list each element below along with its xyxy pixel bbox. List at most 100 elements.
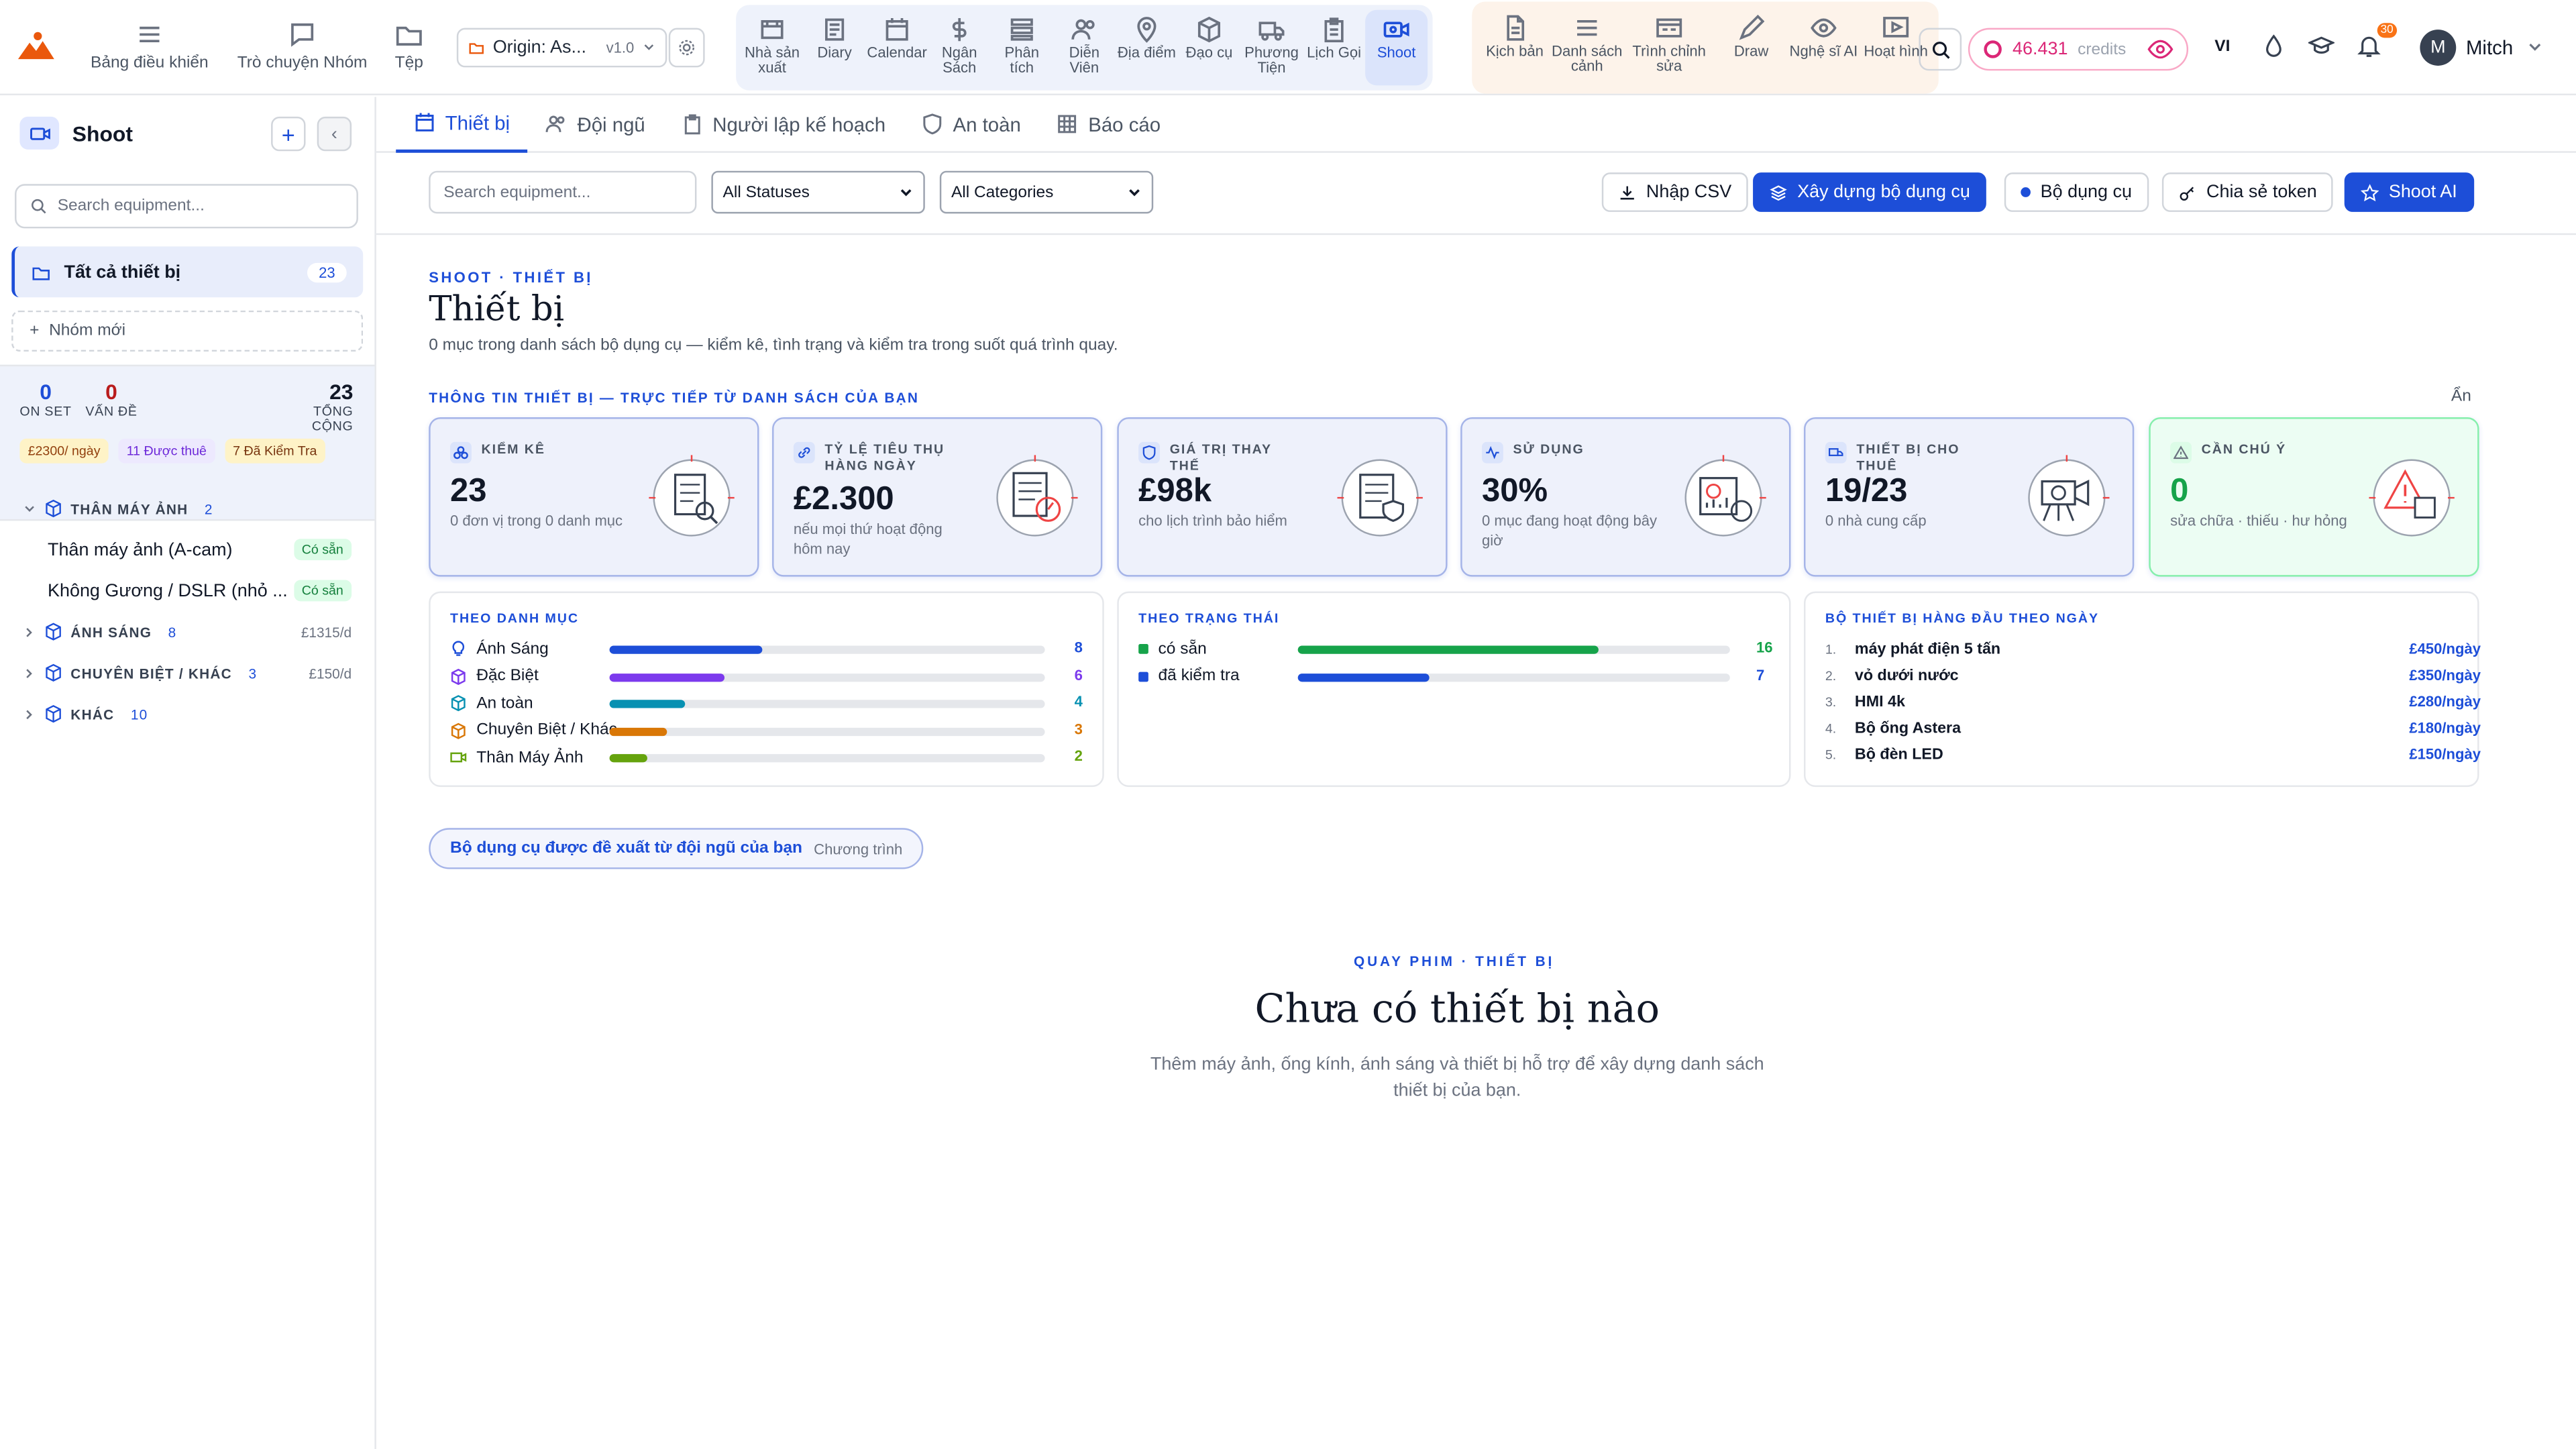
category-filter-select[interactable]: All Categories: [939, 170, 1154, 214]
tree-category-specialty[interactable]: CHUYÊN BIỆT / KHÁC 3 £150/d: [0, 652, 374, 693]
card-needs-attention[interactable]: CẦN CHÚ Ý 0 sửa chữa · thiếu · hư hỏng: [2149, 417, 2479, 577]
chevron-down-icon[interactable]: [2527, 40, 2543, 56]
language-switch[interactable]: VI: [2214, 38, 2230, 56]
tab-label: Báo cáo: [1088, 112, 1161, 136]
tree-category-lighting[interactable]: ÁNH SÁNG 8 £1315/d: [0, 611, 374, 652]
app-logo-icon[interactable]: [16, 30, 56, 62]
share-token-button[interactable]: Chia sẻ token: [2161, 172, 2334, 212]
tree-item[interactable]: Thân máy ảnh (A-cam) Có sẵn: [0, 529, 374, 570]
tree-category-camera-bodies[interactable]: THÂN MÁY ẢNH 2: [0, 488, 374, 529]
top-kit-row[interactable]: 2. vỏ dưới nước £350/ngày: [1825, 663, 2481, 686]
module-shot-list[interactable]: Danh sách cảnh: [1551, 1, 1623, 93]
module-breakdown[interactable]: Phân tích: [991, 5, 1053, 90]
module-diary[interactable]: Diary: [804, 5, 866, 90]
card-rental-equipment[interactable]: THIẾT BỊ CHO THUÊ 19/23 0 nhà cung cấp: [1804, 417, 2135, 577]
bar-track: [1297, 672, 1730, 682]
module-editor[interactable]: Trình chỉnh sửa: [1623, 1, 1715, 93]
tab-crew[interactable]: Đội ngũ: [528, 96, 663, 152]
chevron-left-icon: ‹: [331, 123, 337, 144]
user-name[interactable]: Mitch: [2466, 36, 2513, 59]
tab-equipment[interactable]: Thiết bị: [396, 96, 529, 152]
bar-row[interactable]: An toàn: [450, 692, 533, 714]
build-kit-button[interactable]: Xây dựng bộ dụng cụ: [1753, 172, 1987, 212]
avatar[interactable]: M: [2420, 30, 2457, 66]
bar-row[interactable]: Chuyên Biệt / Khác: [450, 718, 617, 741]
shoot-ai-button[interactable]: Shoot AI: [2344, 172, 2474, 212]
credits-pill[interactable]: 46.431 credits: [1968, 28, 2189, 71]
top-kit-row[interactable]: 4. Bộ ống Astera £180/ngày: [1825, 716, 2481, 739]
module-script[interactable]: Kịch bản: [1479, 1, 1551, 93]
bar-label: Ánh Sáng: [476, 639, 549, 658]
module-budget[interactable]: Ngân Sách: [928, 5, 991, 90]
graduation-cap-icon[interactable]: [2308, 33, 2335, 59]
top-kit-name: vỏ dưới nước: [1854, 666, 1959, 685]
module-label: Địa điểm: [1117, 44, 1176, 61]
suggested-kits-pill[interactable]: Bộ dụng cụ được đề xuất từ đội ngũ của b…: [429, 828, 924, 869]
card-utilization[interactable]: SỬ DỤNG 30% 0 mục đang hoạt động bây giờ: [1460, 417, 1791, 577]
hide-insights-link[interactable]: Ẩn: [2451, 388, 2471, 406]
tree-item[interactable]: Không Gương / DSLR (nhỏ ... Có sẵn: [0, 570, 374, 611]
bar-value: 2: [1074, 747, 1083, 764]
tree-category-label: THÂN MÁY ẢNH: [70, 500, 189, 517]
bulb-icon: [452, 641, 465, 656]
global-search-button[interactable]: [1919, 28, 1962, 71]
usage-chart-illustration-icon: [1684, 455, 1766, 537]
import-csv-button[interactable]: Nhập CSV: [1601, 172, 1748, 212]
module-draw[interactable]: Draw: [1715, 1, 1788, 93]
stat-on-set: 0 ON SET: [19, 380, 71, 419]
origin-selector[interactable]: Origin: As... v1.0: [456, 28, 667, 68]
tab-safety[interactable]: An toàn: [904, 96, 1039, 152]
nav-dashboard-label: Bảng điều khiển: [91, 54, 209, 72]
bar-row[interactable]: Thân Máy Ảnh: [450, 746, 584, 769]
bar-row[interactable]: có sẵn: [1138, 637, 1207, 660]
bar-fill: [609, 700, 686, 708]
collapse-sidebar-button[interactable]: ‹: [317, 116, 352, 152]
module-props[interactable]: Đạo cụ: [1178, 5, 1240, 90]
new-group-button[interactable]: + Nhóm mới: [11, 310, 364, 352]
nav-team-chat[interactable]: Trò chuyện Nhóm: [227, 10, 378, 72]
module-call-sheet[interactable]: Lịch Gọi: [1303, 5, 1365, 90]
droplet-icon[interactable]: [2261, 33, 2287, 59]
empty-state-title: Chưa có thiết bị nào: [1254, 985, 1660, 1032]
sidebar-search-input[interactable]: Search equipment...: [15, 184, 358, 229]
card-daily-burn[interactable]: TỶ LỆ TIÊU THỤ HÀNG NGÀY £2.300 nếu mọi …: [772, 417, 1103, 577]
target-icon[interactable]: [2147, 36, 2174, 62]
card-subtitle: 0 nhà cung cấp: [1825, 513, 1927, 529]
module-producer[interactable]: Nhà sản xuất: [741, 5, 803, 90]
nav-files[interactable]: Tệp: [378, 10, 440, 72]
top-kit-row[interactable]: 5. Bộ đèn LED £150/ngày: [1825, 743, 2481, 765]
kit-button[interactable]: Bộ dụng cụ: [2004, 172, 2149, 212]
bar-row[interactable]: đã kiểm tra: [1138, 665, 1240, 688]
tab-reports[interactable]: Báo cáo: [1039, 96, 1179, 152]
module-shoot[interactable]: Shoot: [1365, 9, 1428, 86]
by-category-panel: THEO DANH MỤC Ánh Sáng 8 Đặc Biệt 6 An toàn 4…: [429, 591, 1104, 788]
card-inventory[interactable]: KIỂM KÊ 23 0 đơn vị trong 0 danh mục: [429, 417, 759, 577]
bar-label: Đặc Biệt: [476, 667, 539, 686]
bar-fill: [1297, 645, 1599, 654]
top-kit-rank: 2.: [1825, 667, 1837, 683]
tree-category-other[interactable]: KHÁC 10: [0, 693, 374, 734]
card-replacement-value[interactable]: GIÁ TRỊ THAY THẾ £98k cho lịch trình bảo…: [1117, 417, 1448, 577]
top-kit-row[interactable]: 3. HMI 4k £280/ngày: [1825, 690, 2481, 713]
add-equipment-button[interactable]: +: [271, 116, 306, 152]
module-calendar[interactable]: Calendar: [866, 5, 928, 90]
editor-icon: [1656, 18, 1682, 38]
bar-row[interactable]: Đặc Biệt: [450, 665, 539, 688]
cube-icon: [46, 623, 61, 641]
nav-dashboard[interactable]: Bảng điều khiển: [72, 10, 227, 72]
top-kit-row[interactable]: 1. máy phát điện 5 tấn £450/ngày: [1825, 637, 2481, 660]
bell-icon[interactable]: [2356, 33, 2382, 59]
origin-settings-button[interactable]: [668, 28, 705, 68]
cubes-icon: [450, 441, 472, 464]
tab-bar: Thiết bị Đội ngũ Người lập kế hoạch An t…: [376, 96, 2576, 153]
module-vehicles[interactable]: Phương Tiện: [1240, 5, 1303, 90]
module-ai-artist[interactable]: Nghệ sĩ AI: [1788, 1, 1860, 93]
module-locations[interactable]: Địa điểm: [1116, 5, 1178, 90]
module-cast[interactable]: Diễn Viên: [1053, 5, 1116, 90]
card-value: 19/23: [1825, 473, 1908, 510]
equipment-search-input[interactable]: Search equipment...: [429, 170, 697, 214]
status-filter-select[interactable]: All Statuses: [711, 170, 925, 214]
all-equipment-item[interactable]: Tất cả thiết bị 23: [11, 246, 364, 298]
tab-planner[interactable]: Người lập kế hoạch: [663, 96, 904, 152]
bar-row[interactable]: Ánh Sáng: [450, 637, 549, 660]
